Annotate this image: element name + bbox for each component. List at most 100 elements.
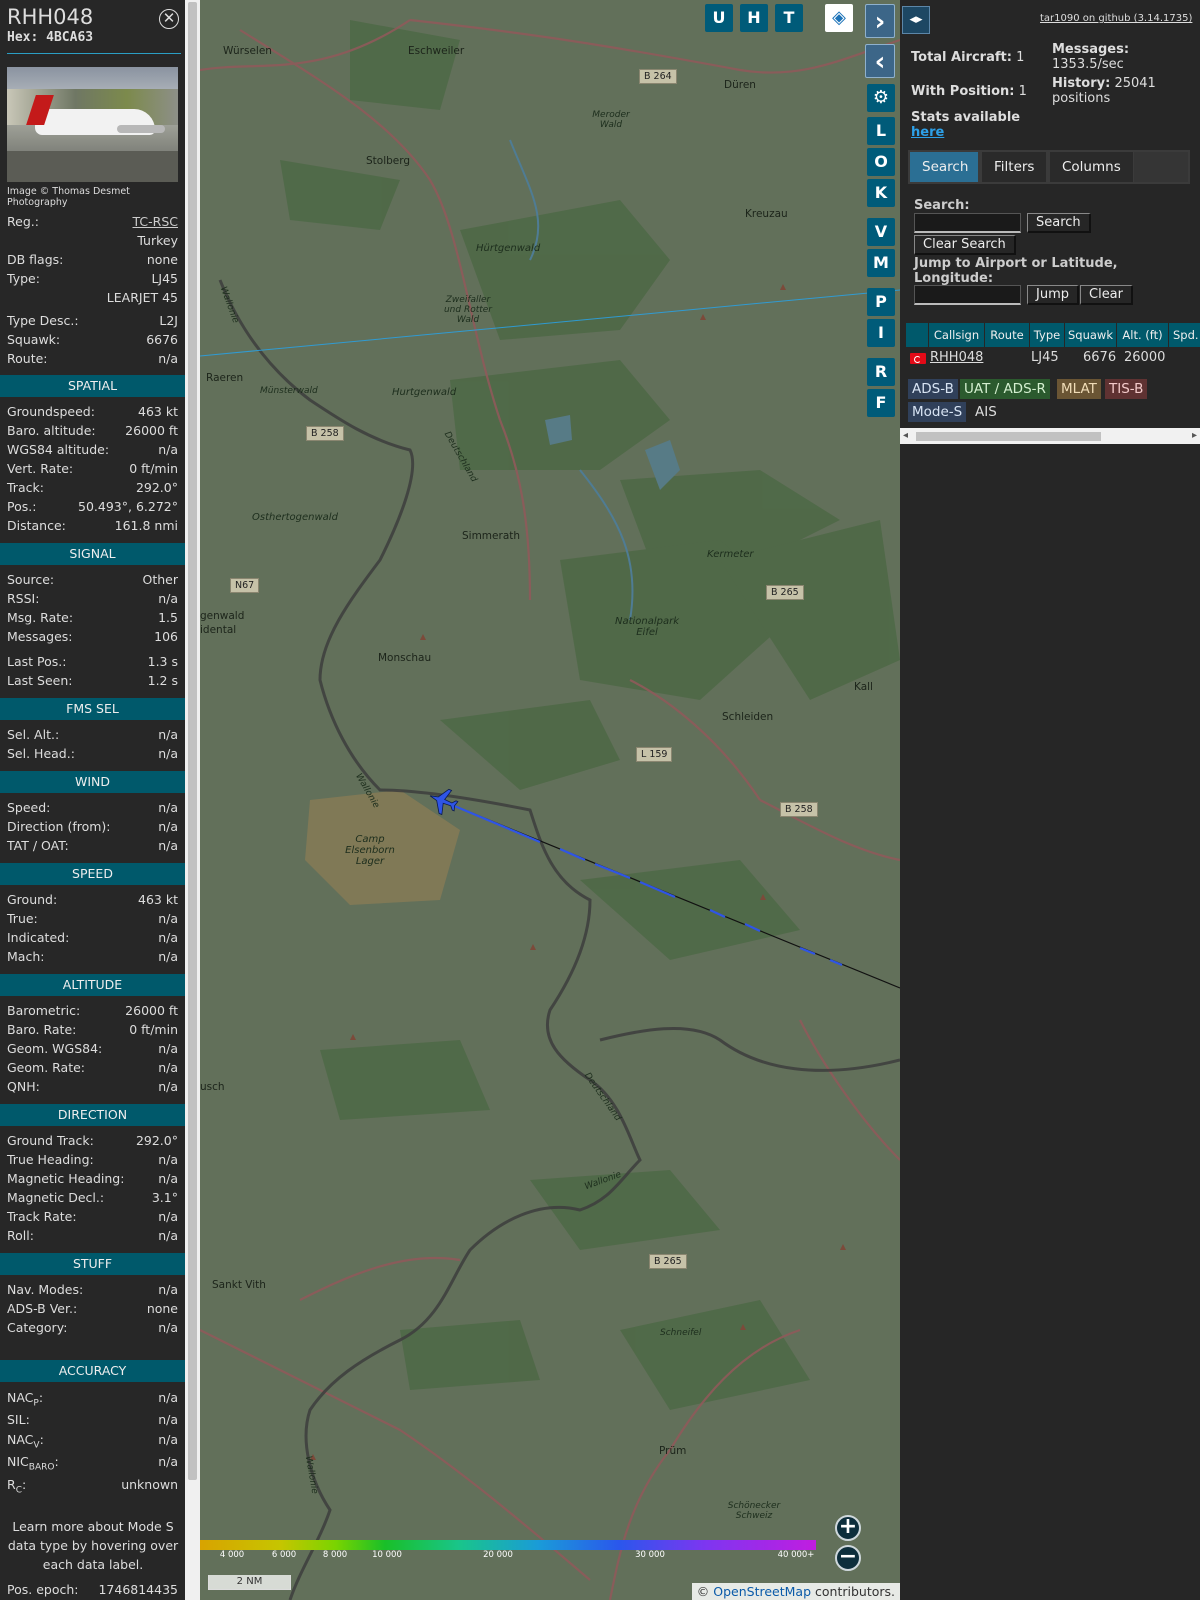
col-altitude[interactable]: Alt. (ft) [1117, 323, 1168, 347]
field-label: Source: [7, 572, 55, 587]
reg-link[interactable]: TC-RSC [133, 213, 179, 231]
zoom-out-button[interactable]: − [835, 1545, 861, 1571]
field-value: n/a [158, 727, 178, 742]
field-value: n/a [158, 949, 178, 964]
col-callsign[interactable]: Callsign [929, 323, 984, 347]
qnh-row: QNH: n/a [7, 1078, 178, 1096]
geom-wgs84-row: Geom. WGS84: n/a [7, 1040, 178, 1058]
map-button-k[interactable]: K [867, 179, 895, 207]
row-altitude: 26000 [1124, 350, 1166, 365]
type-name-row: LEARJET 45 [7, 289, 178, 307]
field-label: QNH: [7, 1079, 40, 1094]
map-view[interactable]: Würselen Eschweiler Düren Stolberg Kreuz… [200, 0, 900, 1600]
place-label: Zweifaller und Rotter Wald [443, 295, 493, 325]
section-stuff: STUFF [0, 1253, 185, 1275]
field-label: Distance: [7, 518, 66, 533]
row-callsign[interactable]: RHH048 [930, 347, 983, 369]
place-label: Meroder Wald [592, 110, 630, 130]
rc-row: RC: unknown [7, 1476, 178, 1496]
map-button-l[interactable]: L [867, 117, 895, 145]
typedesc-label: Type Desc.: [7, 313, 79, 328]
collapse-panel-icon[interactable]: ‹ [865, 44, 895, 78]
altitude-tick: 8 000 [322, 1550, 348, 1560]
stats-link[interactable]: here [911, 125, 944, 140]
baro-rate-row: Baro. Rate: 0 ft/min [7, 1021, 178, 1039]
field-label: Track Rate: [7, 1209, 77, 1224]
place-label: idental [200, 624, 237, 636]
altitude-ticks: 4 000 6 000 8 000 10 000 20 000 30 000 4… [200, 1550, 816, 1564]
map-button-f[interactable]: F [867, 389, 895, 417]
layers-icon[interactable]: ◈ [825, 4, 853, 32]
jump-input[interactable] [914, 285, 1021, 305]
field-label: Nav. Modes: [7, 1282, 84, 1297]
map-button-h[interactable]: H [740, 4, 768, 32]
table-row[interactable]: RHH048 LJ45 6676 26000 [906, 347, 1200, 369]
true-speed-row: True: n/a [7, 910, 178, 928]
search-button[interactable]: Search [1027, 213, 1091, 233]
tab-filters[interactable]: Filters [982, 152, 1047, 182]
field-label: Pos.: [7, 499, 37, 514]
place-label: genwald [200, 610, 245, 622]
tab-extra[interactable] [1134, 152, 1188, 182]
last-pos-row: Last Pos.: 1.3 s [7, 653, 178, 671]
col-type[interactable]: Type [1030, 323, 1064, 347]
toggle-panel-icon[interactable]: ◂▸ [902, 6, 930, 34]
clear-search-button[interactable]: Clear Search [914, 235, 1016, 255]
field-label: ADS-B Ver.: [7, 1301, 78, 1316]
tab-search[interactable]: Search [910, 152, 978, 182]
osm-link[interactable]: OpenStreetMap [713, 1584, 811, 1599]
nacp-row: NACP: n/a [7, 1389, 178, 1409]
map-button-v[interactable]: V [867, 218, 895, 246]
scroll-left-icon[interactable]: ◂ [903, 430, 908, 441]
zoom-in-button[interactable]: + [835, 1515, 861, 1541]
left-panel-scrollbar[interactable] [185, 0, 200, 1600]
tab-columns[interactable]: Columns [1050, 152, 1133, 182]
field-label: Ground: [7, 892, 58, 907]
settings-gear-icon[interactable]: ⚙ [867, 84, 895, 112]
col-squawk[interactable]: Squawk [1065, 323, 1116, 347]
section-speed: SPEED [0, 863, 185, 885]
map-button-t[interactable]: T [775, 4, 803, 32]
map-button-u[interactable]: U [705, 4, 733, 32]
rssi-row: RSSI: n/a [7, 590, 178, 608]
map-button-m[interactable]: M [867, 249, 895, 277]
ground-track-row: Ground Track: 292.0° [7, 1132, 178, 1150]
field-value: n/a [158, 591, 178, 606]
jump-button[interactable]: Jump [1027, 285, 1079, 305]
field-value: n/a [158, 819, 178, 834]
adsb-version-row: ADS-B Ver.: none [7, 1300, 178, 1318]
route-value: n/a [158, 351, 178, 366]
field-value: 292.0° [135, 1133, 178, 1148]
col-route[interactable]: Route [985, 323, 1029, 347]
github-link[interactable]: tar1090 on github (3.14.1735) [1040, 13, 1192, 24]
map-button-r[interactable]: R [867, 358, 895, 386]
stat-label: With Position: [911, 84, 1015, 99]
distance-row: Distance: 161.8 nmi [7, 517, 178, 535]
search-input[interactable] [914, 213, 1021, 233]
scrollbar-thumb[interactable] [188, 2, 197, 1480]
map-button-i[interactable]: I [867, 319, 895, 347]
col-speed[interactable]: Spd. [1169, 323, 1200, 347]
expand-panel-icon[interactable]: › [865, 4, 895, 38]
place-label: Schneifel [660, 1328, 702, 1338]
place-label: Simmerath [462, 530, 521, 542]
field-value: n/a [158, 911, 178, 926]
field-value: 1746814435 [98, 1582, 178, 1597]
reg-row: Reg.: TC-RSC [7, 213, 178, 231]
close-icon[interactable]: ✕ [159, 9, 179, 29]
col-flag[interactable] [906, 323, 928, 347]
category-row: Category: n/a [7, 1319, 178, 1337]
field-value: n/a [158, 1390, 178, 1405]
clear-button[interactable]: Clear [1080, 285, 1133, 305]
aircraft-photo[interactable] [7, 67, 178, 182]
scrollbar-thumb[interactable] [916, 432, 1101, 441]
map-button-p[interactable]: P [867, 288, 895, 316]
jump-label: Jump to Airport or Latitude, Longitude: [914, 256, 1118, 286]
field-value: n/a [158, 930, 178, 945]
scroll-right-icon[interactable]: ▸ [1192, 430, 1197, 441]
table-horizontal-scrollbar[interactable]: ◂ ▸ [900, 428, 1200, 444]
field-value: 26000 ft [125, 1003, 178, 1018]
map-button-o[interactable]: O [867, 148, 895, 176]
field-label: Speed: [7, 800, 51, 815]
place-label: Sankt Vith [212, 1279, 266, 1291]
